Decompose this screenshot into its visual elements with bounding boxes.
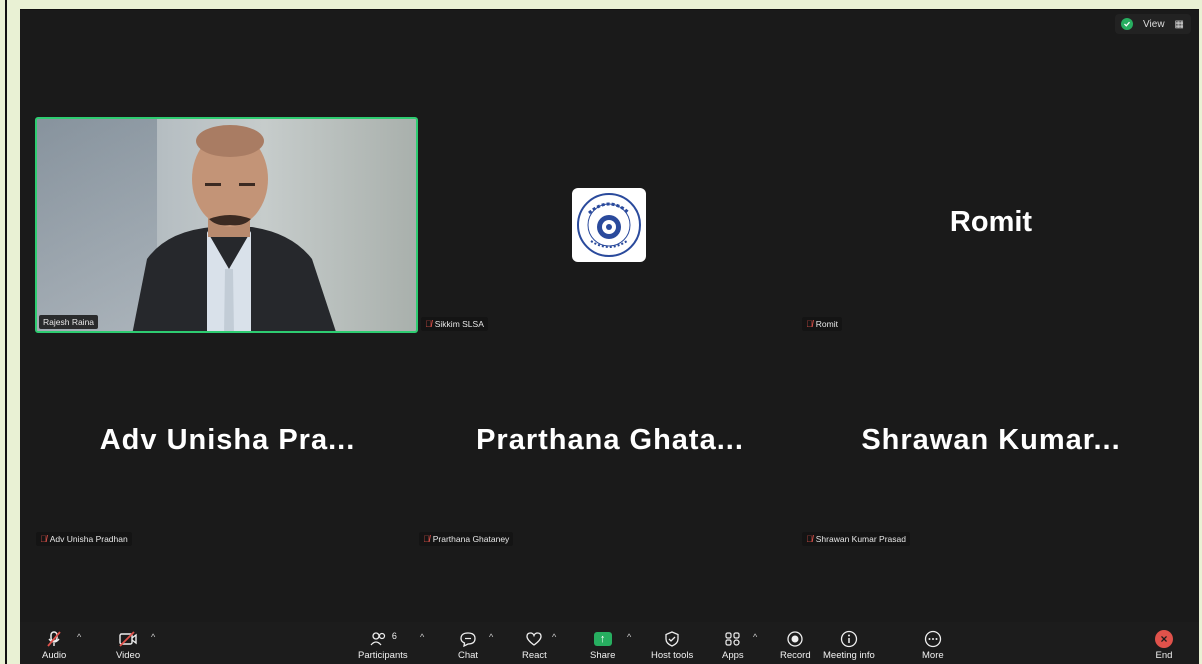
- record-icon: [786, 628, 804, 650]
- chat-options-caret[interactable]: ^: [489, 632, 493, 642]
- participants-options-caret[interactable]: ^: [420, 632, 424, 642]
- apps-label: Apps: [722, 650, 744, 661]
- participant-tile-video[interactable]: Rajesh Raina: [35, 117, 418, 333]
- apps-options-caret[interactable]: ^: [753, 632, 757, 642]
- participants-count: 6: [391, 631, 397, 641]
- mic-muted-icon: 🎙̸: [423, 534, 430, 544]
- participant-name-label: Rajesh Raina: [39, 315, 99, 329]
- chat-button[interactable]: Chat: [458, 628, 478, 661]
- share-label: Share: [590, 650, 616, 661]
- more-button[interactable]: More: [922, 628, 944, 661]
- share-screen-icon: ↑: [593, 628, 612, 650]
- end-close-icon: ×: [1155, 628, 1173, 650]
- record-label: Record: [780, 650, 811, 661]
- more-ellipsis-icon: [924, 628, 942, 650]
- share-options-caret[interactable]: ^: [627, 632, 631, 642]
- chat-label: Chat: [458, 650, 479, 661]
- participant-name-label: 🎙̸ Sikkim SLSA: [421, 317, 488, 331]
- view-button[interactable]: View ▦: [1115, 14, 1191, 34]
- video-label: Video: [116, 650, 141, 661]
- participant-display-name: Prarthana Ghata...: [476, 424, 744, 456]
- window-frame-left: [0, 0, 20, 664]
- grid-icon: ▦: [1174, 18, 1185, 30]
- participant-name-label: 🎙̸ Romit: [802, 317, 842, 331]
- meeting-info-button[interactable]: Meeting info: [823, 628, 875, 661]
- camera-off-icon: [118, 628, 138, 650]
- share-button[interactable]: ↑ Share: [590, 628, 615, 661]
- react-options-caret[interactable]: ^: [552, 632, 556, 642]
- meeting-toolbar: Audio ^ Video ^ 6 Participants ^ Chat ^ …: [20, 622, 1199, 664]
- chat-icon: [459, 628, 477, 650]
- participant-name-label: 🎙̸ Adv Unisha Pradhan: [36, 532, 132, 546]
- mic-muted-icon: 🎙̸: [40, 534, 47, 544]
- mic-muted-icon: 🎙̸: [425, 319, 432, 329]
- meeting-gallery: View ▦ Rajesh Raina 🎙̸ Sikkim SLSA Romit…: [20, 10, 1199, 622]
- participants-label: Participants: [358, 650, 408, 661]
- end-label: End: [1155, 650, 1173, 661]
- window-frame-top: [0, 0, 1202, 10]
- audio-button[interactable]: Audio: [42, 628, 66, 661]
- participant-display-name: Adv Unisha Pra...: [99, 424, 356, 456]
- mic-muted-icon: 🎙̸: [806, 319, 813, 329]
- view-label: View: [1143, 18, 1165, 30]
- video-button[interactable]: Video: [116, 628, 140, 661]
- record-button[interactable]: Record: [780, 628, 811, 661]
- participants-icon: 6: [369, 628, 397, 650]
- host-tools-label: Host tools: [651, 650, 694, 661]
- heart-react-icon: [525, 628, 543, 650]
- participants-button[interactable]: 6 Participants: [358, 628, 408, 661]
- microphone-muted-icon: [45, 628, 63, 650]
- meeting-info-label: Meeting info: [823, 650, 875, 661]
- encryption-shield-icon: [1121, 18, 1134, 30]
- shield-icon: [664, 628, 680, 650]
- participant-display-name: Shrawan Kumar...: [861, 424, 1121, 456]
- more-label: More: [922, 650, 944, 661]
- react-label: React: [522, 650, 547, 661]
- video-options-caret[interactable]: ^: [151, 632, 155, 642]
- participant-avatar-logo: [572, 188, 646, 262]
- info-icon: [840, 628, 858, 650]
- host-tools-button[interactable]: Host tools: [651, 628, 693, 661]
- emblem-logo-icon: [577, 193, 641, 257]
- participant-name-label: 🎙̸ Shrawan Kumar Prasad: [802, 532, 910, 546]
- participant-name-label: 🎙̸ Prarthana Ghataney: [419, 532, 514, 546]
- apps-icon: [724, 628, 742, 650]
- apps-button[interactable]: Apps: [722, 628, 744, 661]
- participant-display-name: Romit: [949, 206, 1033, 238]
- audio-options-caret[interactable]: ^: [77, 632, 81, 642]
- participant-video-feed: [132, 125, 336, 331]
- react-button[interactable]: React: [522, 628, 547, 661]
- mic-muted-icon: 🎙̸: [806, 534, 813, 544]
- audio-label: Audio: [42, 650, 67, 661]
- end-meeting-button[interactable]: × End: [1155, 628, 1173, 661]
